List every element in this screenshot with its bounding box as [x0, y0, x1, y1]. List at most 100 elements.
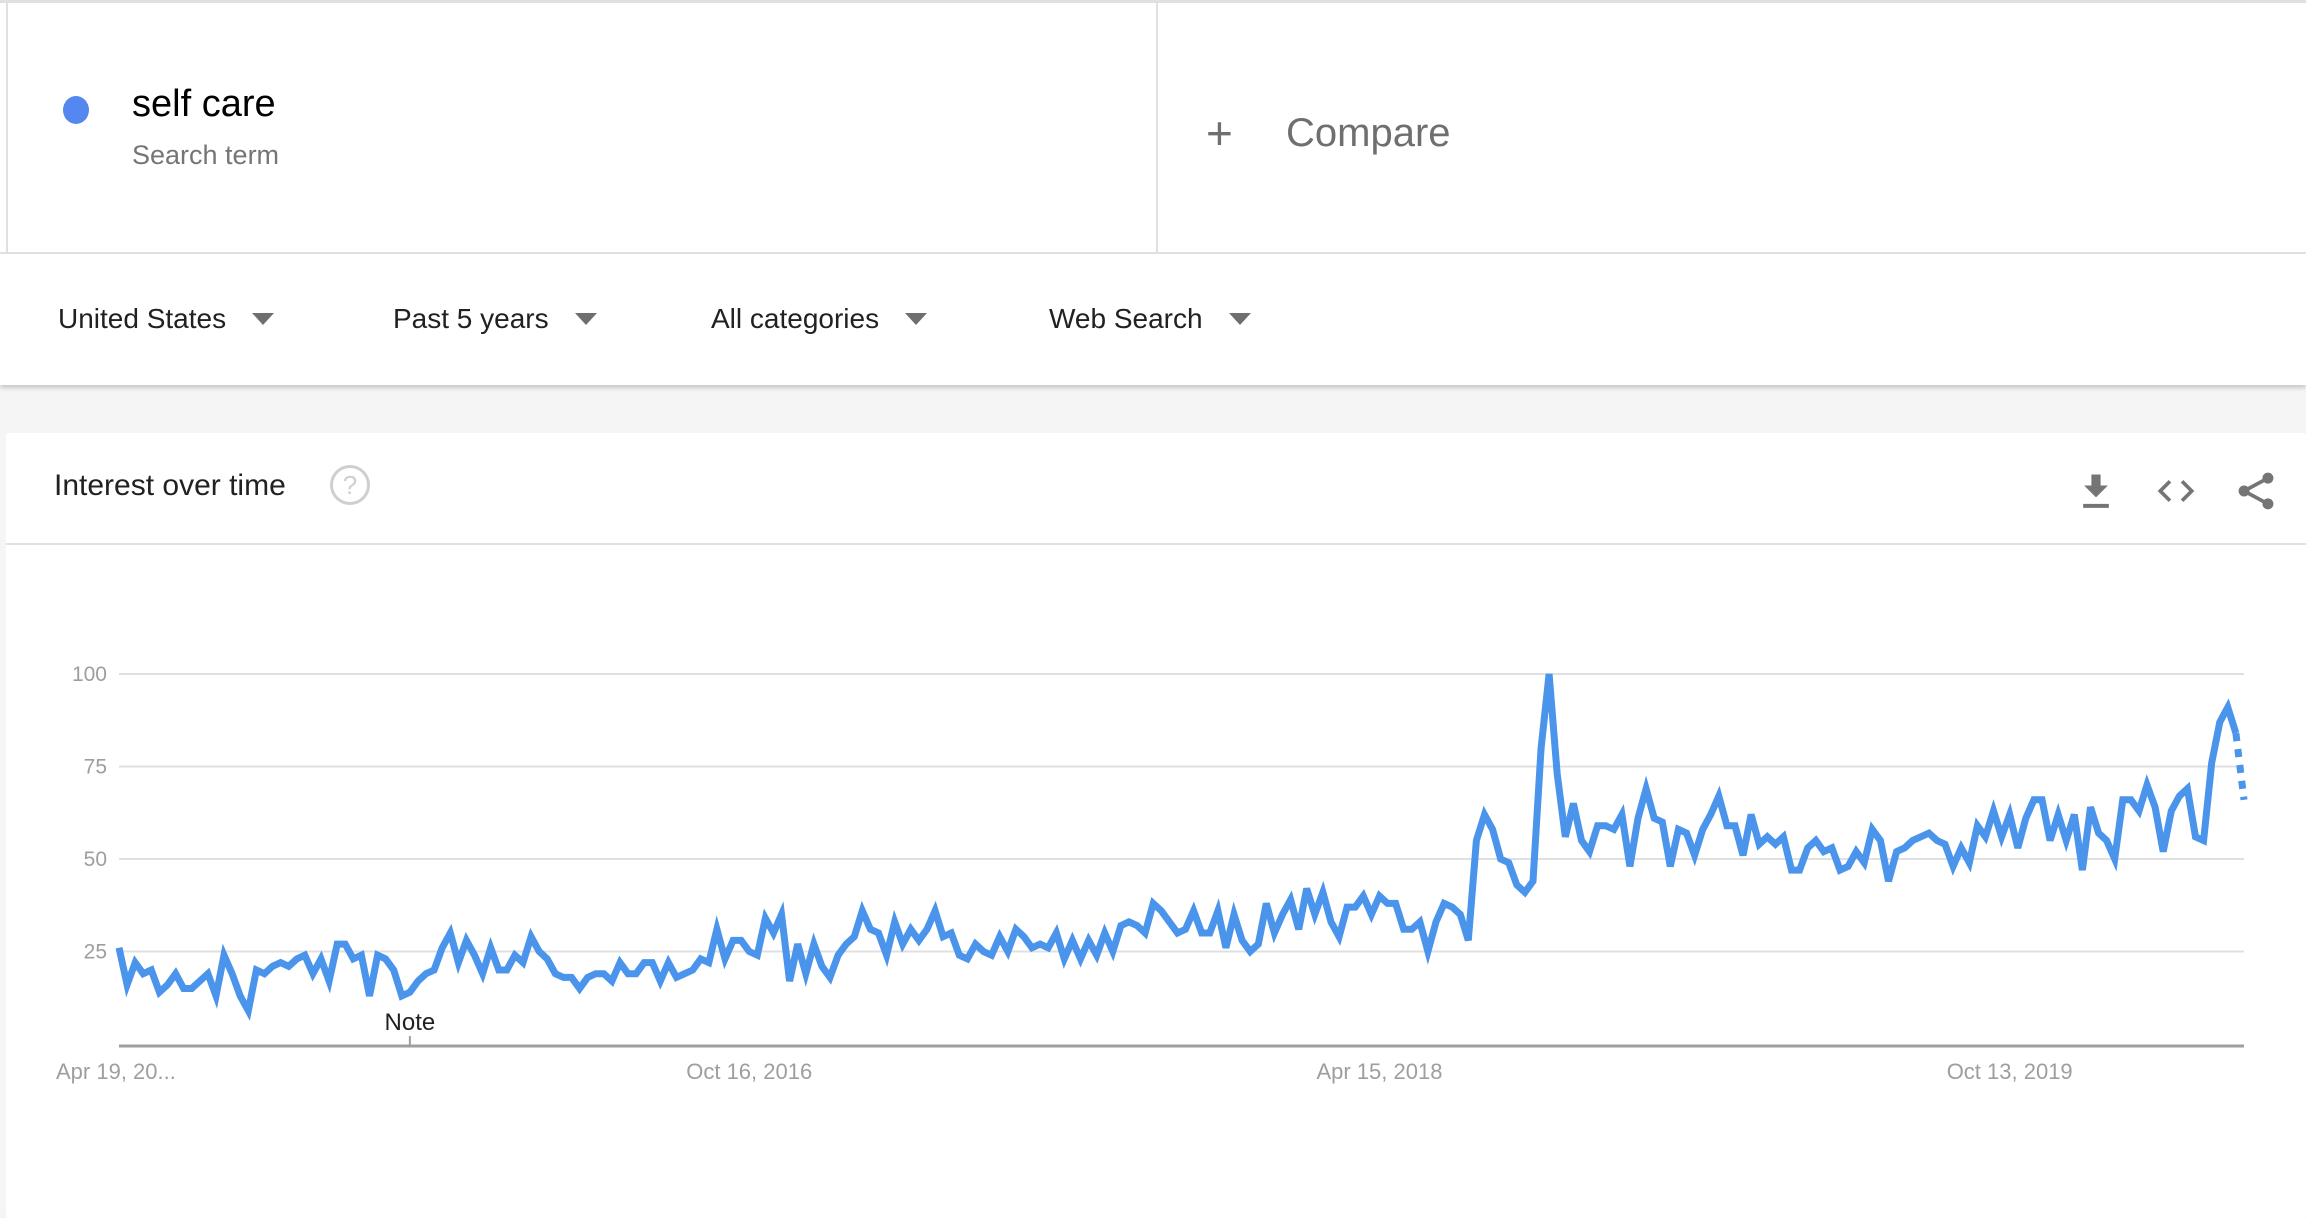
data-point[interactable] — [350, 956, 356, 962]
data-point[interactable] — [1255, 941, 1261, 947]
data-point[interactable] — [892, 919, 898, 925]
data-point[interactable] — [1780, 834, 1786, 840]
data-point[interactable] — [908, 926, 914, 932]
data-point[interactable] — [423, 971, 429, 977]
data-point[interactable] — [2168, 808, 2174, 814]
data-point[interactable] — [1247, 949, 1253, 955]
data-point[interactable] — [2079, 867, 2085, 873]
data-point[interactable] — [1457, 912, 1463, 918]
data-point[interactable] — [1223, 945, 1229, 951]
data-point[interactable] — [383, 956, 389, 962]
data-point[interactable] — [730, 937, 736, 943]
note-annotation-label[interactable]: Note — [385, 1009, 436, 1036]
data-point[interactable] — [1546, 671, 1552, 677]
data-point[interactable] — [2201, 838, 2207, 844]
data-point[interactable] — [787, 978, 793, 984]
data-point[interactable] — [1522, 889, 1528, 895]
data-point[interactable] — [447, 930, 453, 936]
data-point[interactable] — [835, 952, 841, 958]
data-point[interactable] — [641, 960, 647, 966]
data-point[interactable] — [367, 993, 373, 999]
data-point[interactable] — [1603, 823, 1609, 829]
data-point[interactable] — [2120, 797, 2126, 803]
data-point[interactable] — [1813, 838, 1819, 844]
data-point[interactable] — [1740, 852, 1746, 858]
data-point[interactable] — [698, 956, 704, 962]
data-point[interactable] — [391, 967, 397, 973]
data-point[interactable] — [1199, 930, 1205, 936]
data-point[interactable] — [722, 956, 728, 962]
data-point[interactable] — [116, 945, 122, 951]
data-point[interactable] — [1837, 867, 1843, 873]
data-point[interactable] — [2039, 797, 2045, 803]
data-point[interactable] — [617, 960, 623, 966]
data-point[interactable] — [843, 941, 849, 947]
data-point[interactable] — [2023, 815, 2029, 821]
data-point[interactable] — [504, 967, 510, 973]
data-point[interactable] — [1158, 908, 1164, 914]
data-point[interactable] — [1659, 819, 1665, 825]
data-point[interactable] — [1094, 952, 1100, 958]
data-point[interactable] — [1538, 745, 1544, 751]
data-point[interactable] — [1708, 812, 1714, 818]
data-point[interactable] — [876, 930, 882, 936]
data-point[interactable] — [2096, 830, 2102, 836]
data-point[interactable] — [431, 967, 437, 973]
data-point[interactable] — [746, 949, 752, 955]
data-point[interactable] — [270, 963, 276, 969]
data-point[interactable] — [310, 971, 316, 977]
data-point[interactable] — [165, 982, 171, 988]
data-point[interactable] — [1756, 841, 1762, 847]
data-point[interactable] — [1974, 823, 1980, 829]
data-point[interactable] — [1966, 860, 1972, 866]
data-point[interactable] — [1078, 956, 1084, 962]
data-point[interactable] — [1999, 834, 2005, 840]
data-point[interactable] — [463, 937, 469, 943]
data-point[interactable] — [1433, 919, 1439, 925]
data-point[interactable] — [156, 989, 162, 995]
data-point[interactable] — [399, 993, 405, 999]
data-point[interactable] — [811, 941, 817, 947]
data-point[interactable] — [1619, 812, 1625, 818]
data-point[interactable] — [1118, 923, 1124, 929]
data-point[interactable] — [1748, 812, 1754, 818]
filter-category-dropdown[interactable]: All categories — [711, 299, 928, 339]
data-point[interactable] — [1360, 893, 1366, 899]
data-point[interactable] — [140, 971, 146, 977]
data-point[interactable] — [900, 941, 906, 947]
data-point[interactable] — [1506, 860, 1512, 866]
data-point[interactable] — [577, 986, 583, 992]
data-point[interactable] — [1061, 956, 1067, 962]
data-point[interactable] — [197, 978, 203, 984]
data-point[interactable] — [2088, 804, 2094, 810]
data-point[interactable] — [1304, 886, 1310, 892]
data-point[interactable] — [358, 952, 364, 958]
data-point[interactable] — [1385, 900, 1391, 906]
data-point[interactable] — [2217, 719, 2223, 725]
data-point[interactable] — [1482, 812, 1488, 818]
data-point[interactable] — [173, 971, 179, 977]
data-point[interactable] — [964, 956, 970, 962]
data-point[interactable] — [1312, 912, 1318, 918]
data-point[interactable] — [1635, 815, 1641, 821]
data-point[interactable] — [455, 960, 461, 966]
data-point[interactable] — [1675, 826, 1681, 832]
data-point[interactable] — [2112, 856, 2118, 862]
data-point[interactable] — [625, 971, 631, 977]
data-point[interactable] — [1352, 904, 1358, 910]
data-point[interactable] — [1829, 845, 1835, 851]
data-point[interactable] — [593, 971, 599, 977]
data-point[interactable] — [2063, 838, 2069, 844]
data-point[interactable] — [2007, 812, 2013, 818]
data-point[interactable] — [932, 908, 938, 914]
data-point[interactable] — [1377, 893, 1383, 899]
data-point[interactable] — [472, 952, 478, 958]
data-point[interactable] — [1263, 900, 1269, 906]
data-point[interactable] — [940, 934, 946, 940]
data-point[interactable] — [528, 934, 534, 940]
data-point[interactable] — [649, 960, 655, 966]
data-point[interactable] — [956, 952, 962, 958]
data-point[interactable] — [1869, 826, 1875, 832]
data-point[interactable] — [1053, 930, 1059, 936]
data-point[interactable] — [278, 960, 284, 966]
